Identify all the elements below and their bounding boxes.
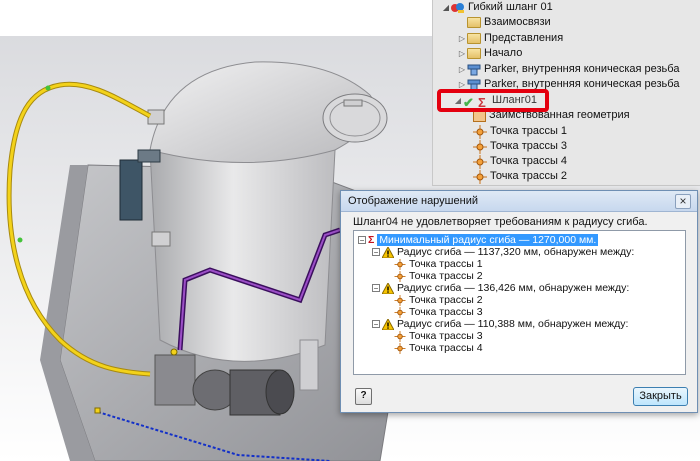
violation-item[interactable]: − Радиус сгиба — 136,426 мм, обнаружен м… [372,282,629,294]
tree-label: Точка трассы 3 [490,140,568,152]
tree-label: Начало [484,47,523,59]
route-point-icon [394,342,406,354]
collapse-icon[interactable]: − [372,248,380,257]
tree-label: Точка трассы 2 [490,170,568,182]
route-point-icon [394,294,406,306]
tree-item-route-point[interactable]: Точка трассы 3 [473,139,567,154]
tree-item-route-point[interactable]: Точка трассы 2 [473,169,567,184]
tree-label-root: Гибкий шланг 01 [468,1,553,13]
tree-item-root[interactable]: ◢ Гибкий шланг 01 [441,0,553,15]
violation-point[interactable]: Точка трассы 3 [394,306,483,318]
tree-label: Представления [484,32,564,44]
route-point-icon [473,139,487,154]
violation-root-label: Минимальный радиус сгиба — 1270,000 мм. [377,234,599,246]
folder-icon [467,33,481,44]
tree-label: Parker, внутренняя коническая резьба [484,63,680,75]
violation-label: Радиус сгиба — 110,388 мм, обнаружен меж… [397,318,629,330]
warning-icon [382,246,394,258]
violation-root[interactable]: − Σ Минимальный радиус сгиба — 1270,000 … [358,234,599,246]
tree-item-relationships[interactable]: Взаимосвязи [457,15,551,30]
tree-item-route-point[interactable]: Точка трассы 1 [473,124,567,139]
violation-label: Радиус сгиба — 136,426 мм, обнаружен меж… [397,282,630,294]
route-point-icon [394,330,406,342]
route-point-icon [394,270,406,282]
route-point-icon [473,154,487,169]
violation-point[interactable]: Точка трассы 2 [394,270,483,282]
violations-dialog: Отображение нарушений × Шланг04 не удовл… [340,190,698,413]
collapse-icon[interactable]: − [372,320,380,329]
violation-label: Радиус сгиба — 1137,320 мм, обнаружен ме… [397,246,635,258]
tree-item-representations[interactable]: ▷ Представления [457,31,563,46]
violation-point-label: Точка трассы 3 [409,306,483,318]
tank-shell [149,149,336,362]
violation-point-label: Точка трассы 2 [409,294,483,306]
folder-icon [467,48,481,59]
violation-point[interactable]: Точка трассы 2 [394,294,483,306]
tree-label: Взаимосвязи [484,16,551,28]
highlight-annotation [437,89,549,112]
violation-point-label: Точка трассы 3 [409,330,483,342]
violation-point[interactable]: Точка трассы 1 [394,258,483,270]
dialog-titlebar[interactable]: Отображение нарушений [341,191,697,212]
route-point-icon [394,306,406,318]
tree-label: Точка трассы 4 [490,155,568,167]
expand-arrow-icon[interactable]: ▷ [457,46,467,61]
violations-tree[interactable]: − Σ Минимальный радиус сгиба — 1270,000 … [353,230,686,375]
collapse-icon[interactable]: − [372,284,380,293]
violation-item[interactable]: − Радиус сгиба — 110,388 мм, обнаружен м… [372,318,628,330]
violation-point[interactable]: Точка трассы 3 [394,330,483,342]
tree-item-origin[interactable]: ▷ Начало [457,46,522,61]
route-point-icon [473,169,487,184]
fitting-icon [467,64,481,75]
expand-arrow-icon[interactable]: ▷ [457,31,467,46]
violation-item[interactable]: − Радиус сгиба — 1137,320 мм, обнаружен … [372,246,634,258]
tree-item-fitting-1[interactable]: ▷ Parker, внутренняя коническая резьба [457,62,679,77]
collapse-arrow-icon[interactable]: ◢ [441,0,451,15]
route-point-icon [473,124,487,139]
dialog-message: Шланг04 не удовлетворяет требованиям к р… [353,216,648,228]
tree-label: Точка трассы 1 [490,125,568,137]
close-button[interactable]: Закрыть [633,387,688,406]
tree-item-route-point[interactable]: Точка трассы 4 [473,154,567,169]
expand-arrow-icon[interactable]: ▷ [457,62,467,77]
violation-point-label: Точка трассы 4 [409,342,483,354]
collapse-icon[interactable]: − [358,236,366,245]
violation-point[interactable]: Точка трассы 4 [394,342,483,354]
sigma-icon: Σ [368,234,375,246]
help-button[interactable]: ? [355,388,372,405]
route-point-icon [394,258,406,270]
hose-assembly-icon [451,2,464,13]
violation-point-label: Точка трассы 2 [409,270,483,282]
close-icon[interactable]: × [675,194,691,209]
dialog-title: Отображение нарушений [348,195,478,207]
violation-point-label: Точка трассы 1 [409,258,483,270]
warning-icon [382,282,394,294]
folder-icon [467,17,481,28]
warning-icon [382,318,394,330]
